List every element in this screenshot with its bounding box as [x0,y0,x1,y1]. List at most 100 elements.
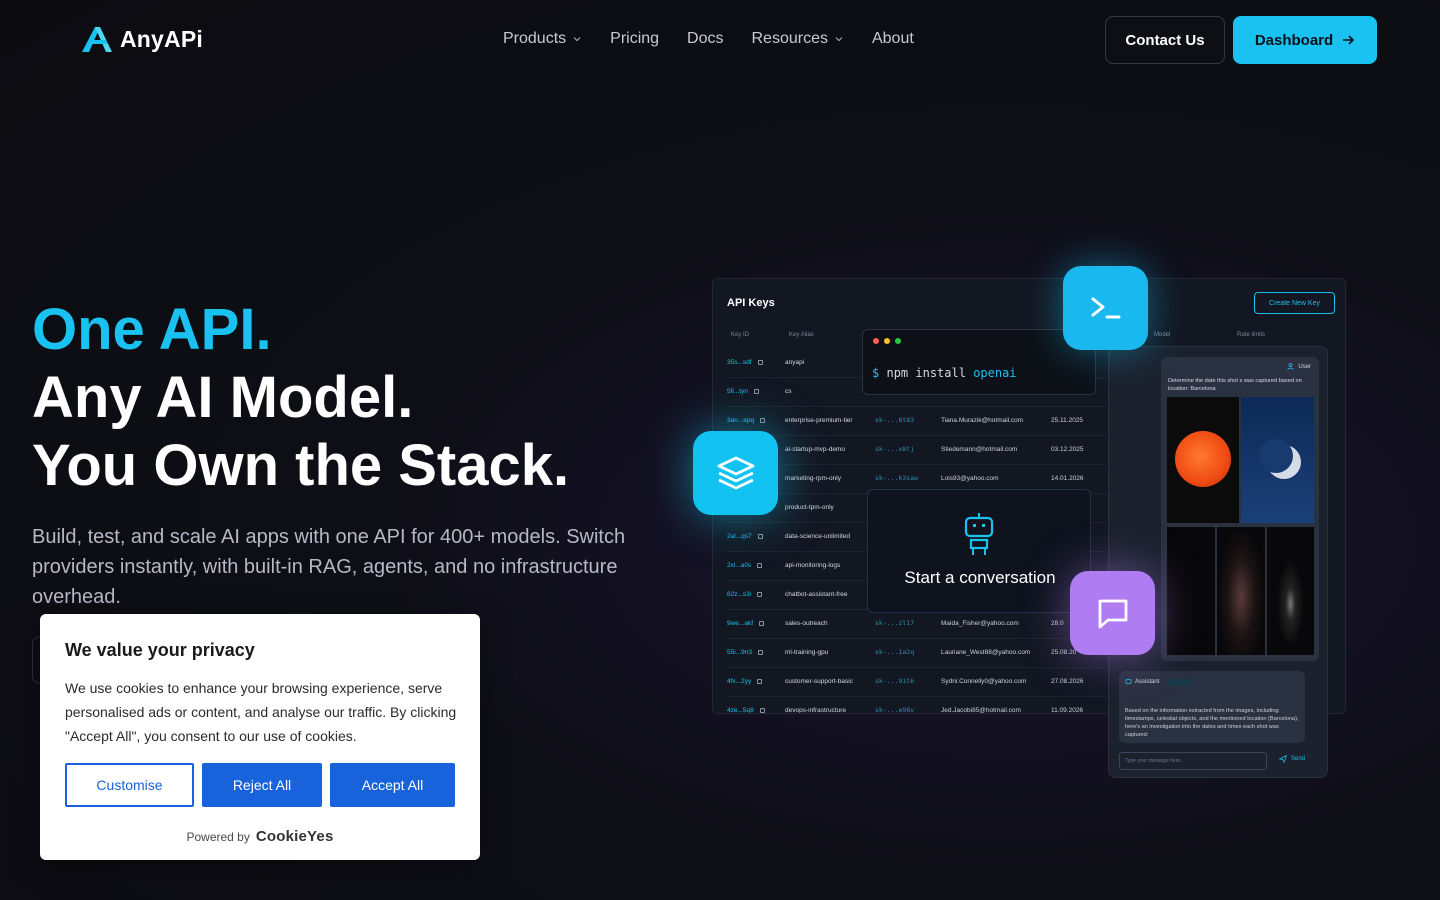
copy-icon[interactable] [757,591,763,597]
nav-resources[interactable]: Resources [752,30,844,48]
robot-icon [964,513,994,555]
table-row[interactable]: 4fx...2yy customer-support-basic sk-...9it… [727,668,1107,694]
secret-key-cell: sk-...9it6 [875,677,915,685]
assistant-message: Based on the information extracted from … [1125,708,1299,738]
table-row[interactable]: marketing-rpm-only sk-...k3saw Lois93@yaho… [727,465,1107,491]
secret-key-cell: sk-...1a2q [875,648,915,656]
copy-icon[interactable] [760,417,766,423]
send-icon [1279,755,1287,763]
cookieyes-logo[interactable]: CookieYes [256,828,334,845]
chat-message-input[interactable]: Type your message here... [1119,752,1267,770]
owner-email-cell: Lauriane_West88@yahoo.com [941,648,1031,656]
chat-panel: User Determine the date this shot s was … [1108,346,1328,778]
maximize-dot-icon [895,338,901,344]
nav-pricing[interactable]: Pricing [610,30,659,48]
header-rate-limits: Rate limits [1237,332,1266,338]
key-id-cell: 55i...9n3 [727,649,785,656]
top-nav: AnyAPi Products Pricing Docs Resources A… [0,0,1440,80]
table-row[interactable]: ai-startup-mvp-demo sk-...x8tj Stiedemann@… [727,436,1107,462]
copy-icon[interactable] [757,533,763,539]
assistant-icon [1125,679,1132,684]
table-row[interactable]: 3an...epq enterprise-premium-tier sk-...6t… [727,407,1107,433]
model-tag [1167,679,1194,686]
nav-docs[interactable]: Docs [687,30,723,48]
copy-icon[interactable] [759,707,765,713]
owner-email-cell: Tiana.Murazik@hotmail.com [941,416,1024,424]
terminal-prompt-icon [1091,297,1120,319]
nav-docs-label: Docs [687,30,724,47]
table-row[interactable]: 9we...akf sales-outreach sk-...zl17 Maida_F… [727,610,1107,636]
key-id-text: 5fi...tyn [727,387,748,395]
user-message: Determine the date this shot s was captu… [1168,378,1302,392]
galaxy-image [1267,527,1314,655]
brand-logo[interactable]: AnyAPi [80,24,203,54]
key-alias-cell: customer-support-basic [785,677,853,685]
layers-feature-icon [693,431,778,515]
key-id-cell: 4ze...5q8 [727,707,785,713]
powered-by-label: Powered by [186,829,250,844]
customise-button[interactable]: Customise [65,763,194,807]
header-key-alias: Key Alias [789,332,814,338]
create-new-key-button[interactable]: Create New Key [1254,292,1335,314]
terminal-command-text: npm install [886,366,966,380]
reject-all-button[interactable]: Reject All [202,763,322,807]
stars-image [1167,527,1215,655]
created-date-cell: 25.11.2025 [1051,416,1084,424]
assistant-label: Assistant [1135,679,1160,685]
hero-line-1: One API. [32,297,272,362]
contact-us-label: Contact Us [1125,31,1205,49]
header-model: Model [1154,332,1171,338]
key-alias-cell: sales-outreach [785,619,828,627]
copy-icon[interactable] [757,678,763,684]
created-date-cell: 14.01.2026 [1051,474,1084,482]
sun-icon [1175,431,1231,487]
created-date-cell: 27.08.2026 [1051,677,1084,685]
copy-icon[interactable] [757,562,763,568]
start-conversation-card[interactable]: Start a conversation [867,489,1091,613]
nav-about[interactable]: About [872,30,914,48]
contact-us-button[interactable]: Contact Us [1105,16,1225,64]
key-alias-cell: ai-startup-mvp-demo [785,445,845,453]
chat-feature-icon [1070,571,1155,655]
copy-icon[interactable] [759,620,765,626]
terminal-prompt: $ [872,366,880,380]
table-row[interactable]: 55i...9n3 ml-training-gpu sk-...1a2q Lauria… [727,639,1107,665]
dashboard-button[interactable]: Dashboard [1233,16,1377,64]
secret-key-cell: sk-...zl17 [875,619,915,627]
owner-email-cell: Maida_Fisher@yahoo.com [941,619,1019,627]
copy-icon[interactable] [753,388,759,394]
cookie-powered-by: Powered by CookieYes [40,828,480,845]
anyapi-logo-icon [82,27,112,52]
message-square-icon [1098,599,1127,629]
accept-all-button[interactable]: Accept All [330,763,455,807]
dashboard-label: Dashboard [1254,31,1334,49]
terminal-feature-icon [1063,266,1148,350]
secret-key-cell: sk-...6t83 [875,416,915,424]
chevron-down-icon [573,37,581,42]
key-id-text: 55i...9n3 [727,648,752,656]
key-id-cell: 35s...sdf [727,359,785,366]
nebula-image [1217,527,1265,655]
copy-icon[interactable] [757,649,763,655]
secret-key-cell: sk-...x8tj [875,445,915,453]
owner-email-cell: Sydni.Connelly0@yahoo.com [941,677,1027,685]
table-row[interactable]: 4ze...5q8 devops-infrastructure sk-...e98v… [727,697,1107,714]
key-alias-cell: api-monitoring-logs [785,561,841,569]
key-id-cell: 2al...qs7 [727,533,785,540]
owner-email-cell: Jed.Jacobi85@hotmail.com [941,706,1021,714]
key-alias-cell: devops-infrastructure [785,706,847,714]
owner-email-cell: Stiedemann@hotmail.com [941,445,1018,453]
copy-icon[interactable] [757,359,763,365]
nav-pricing-label: Pricing [610,30,660,47]
minimize-dot-icon [884,338,890,344]
assistant-message-card: Assistant Based on the information extra… [1119,671,1305,743]
key-alias-cell: data-science-unlimited [785,532,851,540]
secret-key-cell: sk-...e98v [875,706,915,714]
hero-title: One API. Any AI Model. You Own the Stack… [32,296,569,500]
send-button[interactable]: Send [1279,755,1305,763]
hero-line-2: Any AI Model. [32,365,414,430]
nav-products[interactable]: Products [503,30,582,48]
nav-about-label: About [871,30,914,47]
created-date-cell: 03.12.2025 [1051,445,1084,453]
arrow-right-icon [1343,35,1355,45]
